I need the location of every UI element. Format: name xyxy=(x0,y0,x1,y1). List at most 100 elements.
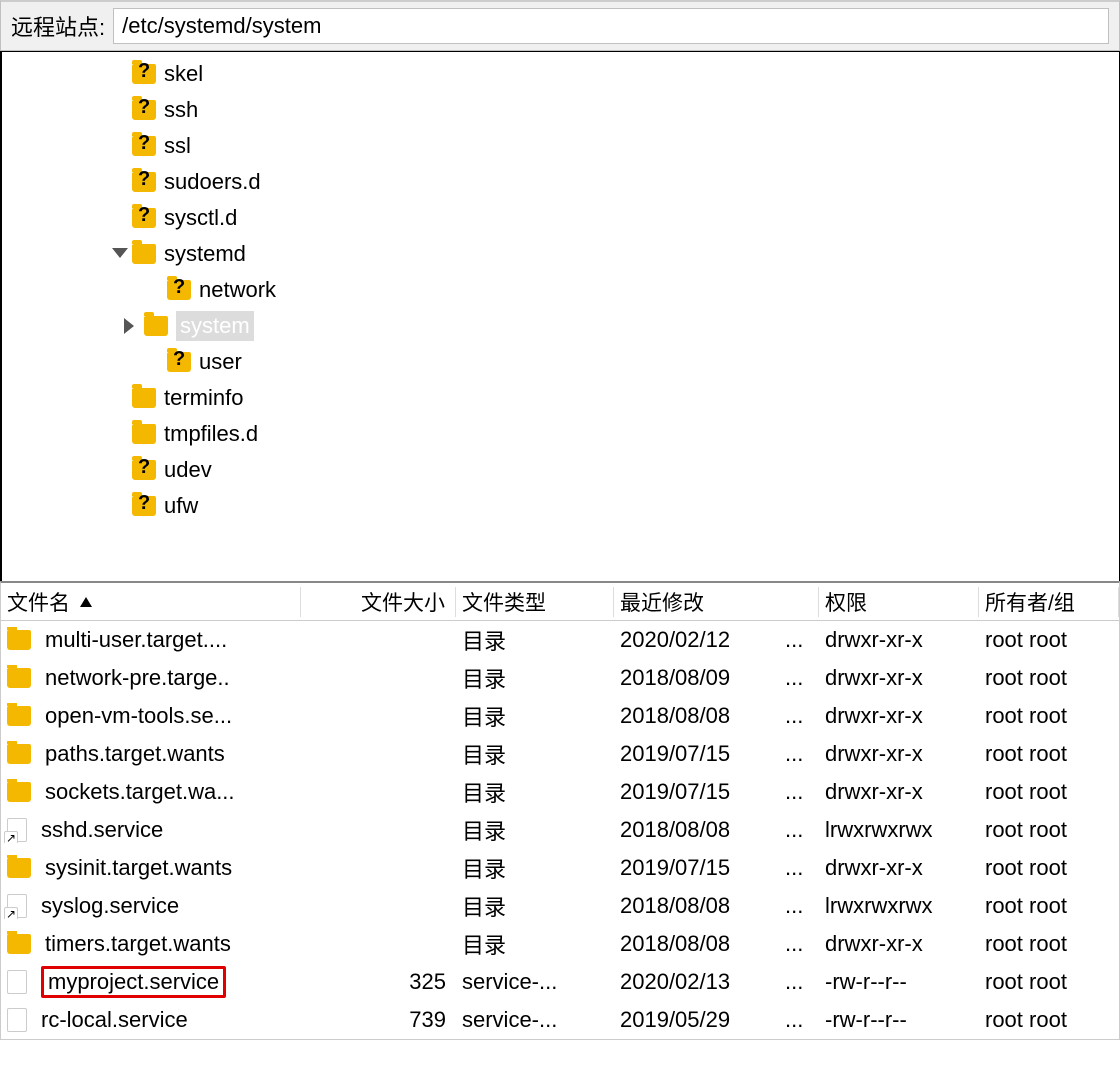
col-name[interactable]: 文件名 xyxy=(1,587,301,617)
cell-date: 2019/07/15 xyxy=(614,741,779,767)
cell-type: 目录 xyxy=(456,776,614,808)
folder-icon xyxy=(7,668,31,688)
cell-date: 2020/02/12 xyxy=(614,627,779,653)
folder-unknown-icon xyxy=(132,496,156,516)
cell-perm: drwxr-xr-x xyxy=(819,779,979,805)
chevron-right-icon[interactable] xyxy=(124,318,140,334)
chevron-down-icon[interactable] xyxy=(112,248,128,264)
directory-tree[interactable]: skel sshssl sudoers.d sysctl.d systemd networ… xyxy=(0,51,1120,581)
cell-date: 2018/08/08 xyxy=(614,893,779,919)
cell-owner: root root xyxy=(979,779,1119,805)
file-row[interactable]: sshd.service目录2018/08/08...lrwxrwxrwxroo… xyxy=(1,811,1119,849)
folder-icon xyxy=(132,388,156,408)
col-permissions[interactable]: 权限 xyxy=(819,587,979,617)
cell-dots: ... xyxy=(779,893,819,919)
cell-date: 2019/07/15 xyxy=(614,779,779,805)
cell-owner: root root xyxy=(979,855,1119,881)
tree-item-label: network xyxy=(199,277,276,303)
cell-perm: drwxr-xr-x xyxy=(819,627,979,653)
cell-dots: ... xyxy=(779,969,819,995)
tree-item-label: sysctl.d xyxy=(164,205,237,231)
cell-type: 目录 xyxy=(456,852,614,884)
tree-item-udev[interactable]: udev xyxy=(2,452,1119,488)
tree-item-network[interactable]: network xyxy=(2,272,1119,308)
tree-item-label: skel xyxy=(164,61,203,87)
cell-dots: ... xyxy=(779,817,819,843)
folder-unknown-icon xyxy=(132,460,156,480)
folder-unknown-icon xyxy=(132,64,156,84)
file-row[interactable]: open-vm-tools.se...目录2018/08/08...drwxr-… xyxy=(1,697,1119,735)
folder-icon xyxy=(132,244,156,264)
folder-icon xyxy=(7,630,31,650)
file-name: sshd.service xyxy=(41,817,163,843)
file-name: sockets.target.wa... xyxy=(45,779,235,805)
tree-item-skel[interactable]: skel xyxy=(2,56,1119,92)
tree-item-system[interactable]: system xyxy=(2,308,1119,344)
tree-item-ssh[interactable]: ssh xyxy=(2,92,1119,128)
symlink-file-icon xyxy=(7,818,27,842)
cell-owner: root root xyxy=(979,741,1119,767)
cell-type: 目录 xyxy=(456,814,614,846)
cell-owner: root root xyxy=(979,703,1119,729)
cell-type: service-... xyxy=(456,969,614,995)
cell-perm: drwxr-xr-x xyxy=(819,855,979,881)
file-row[interactable]: timers.target.wants目录2018/08/08...drwxr-… xyxy=(1,925,1119,963)
folder-icon xyxy=(132,424,156,444)
file-icon xyxy=(7,970,27,994)
cell-type: 目录 xyxy=(456,624,614,656)
tree-item-label: terminfo xyxy=(164,385,243,411)
file-name: timers.target.wants xyxy=(45,931,231,957)
col-type[interactable]: 文件类型 xyxy=(456,587,614,617)
cell-perm: drwxr-xr-x xyxy=(819,665,979,691)
file-list-header: 文件名 文件大小 文件类型 最近修改 权限 所有者/组 xyxy=(1,583,1119,621)
folder-icon xyxy=(7,706,31,726)
cell-date: 2020/02/13 xyxy=(614,969,779,995)
tree-item-label: system xyxy=(176,311,254,341)
tree-item-label: sudoers.d xyxy=(164,169,261,195)
cell-dots: ... xyxy=(779,855,819,881)
tree-item-label: udev xyxy=(164,457,212,483)
remote-path-input[interactable] xyxy=(113,8,1109,44)
tree-item-terminfo[interactable]: terminfo xyxy=(2,380,1119,416)
cell-date: 2018/08/08 xyxy=(614,931,779,957)
tree-item-label: tmpfiles.d xyxy=(164,421,258,447)
file-row[interactable]: sysinit.target.wants 目录2019/07/15...drwxr… xyxy=(1,849,1119,887)
cell-date: 2018/08/08 xyxy=(614,817,779,843)
col-owner[interactable]: 所有者/组 xyxy=(979,587,1119,617)
tree-item-tmpfiles.d[interactable]: tmpfiles.d xyxy=(2,416,1119,452)
cell-dots: ... xyxy=(779,665,819,691)
cell-type: 目录 xyxy=(456,700,614,732)
file-name: rc-local.service xyxy=(41,1007,188,1033)
file-row[interactable]: syslog.service目录2018/08/08...lrwxrwxrwxr… xyxy=(1,887,1119,925)
folder-icon xyxy=(144,316,168,336)
file-row[interactable]: rc-local.service739service-...2019/05/29… xyxy=(1,1001,1119,1039)
tree-item-sysctl.d[interactable]: sysctl.d xyxy=(2,200,1119,236)
file-name: sysinit.target.wants xyxy=(45,855,232,881)
cell-type: 目录 xyxy=(456,662,614,694)
file-row[interactable]: multi-user.target....目录2020/02/12...drwx… xyxy=(1,621,1119,659)
tree-item-ufw[interactable]: ufw xyxy=(2,488,1119,524)
file-row[interactable]: sockets.target.wa...目录2019/07/15...drwxr… xyxy=(1,773,1119,811)
file-name: myproject.service xyxy=(41,966,226,998)
tree-item-sudoers.d[interactable]: sudoers.d xyxy=(2,164,1119,200)
file-list: 文件名 文件大小 文件类型 最近修改 权限 所有者/组 multi-user.t… xyxy=(0,581,1120,1040)
cell-owner: root root xyxy=(979,931,1119,957)
tree-item-ssl[interactable]: ssl xyxy=(2,128,1119,164)
col-size[interactable]: 文件大小 xyxy=(301,587,456,617)
file-row[interactable]: myproject.service325service-...2020/02/1… xyxy=(1,963,1119,1001)
file-row[interactable]: network-pre.targe..目录2018/08/09...drwxr-… xyxy=(1,659,1119,697)
cell-perm: -rw-r--r-- xyxy=(819,969,979,995)
file-row[interactable]: paths.target.wants目录2019/07/15...drwxr-x… xyxy=(1,735,1119,773)
cell-date: 2019/07/15 xyxy=(614,855,779,881)
col-modified[interactable]: 最近修改 xyxy=(614,587,819,617)
cell-owner: root root xyxy=(979,817,1119,843)
tree-item-user[interactable]: user xyxy=(2,344,1119,380)
symlink-file-icon xyxy=(7,894,27,918)
tree-item-systemd[interactable]: systemd xyxy=(2,236,1119,272)
cell-date: 2018/08/08 xyxy=(614,703,779,729)
folder-unknown-icon xyxy=(132,100,156,120)
folder-icon xyxy=(7,782,31,802)
cell-type: 目录 xyxy=(456,890,614,922)
cell-owner: root root xyxy=(979,627,1119,653)
cell-date: 2019/05/29 xyxy=(614,1007,779,1033)
